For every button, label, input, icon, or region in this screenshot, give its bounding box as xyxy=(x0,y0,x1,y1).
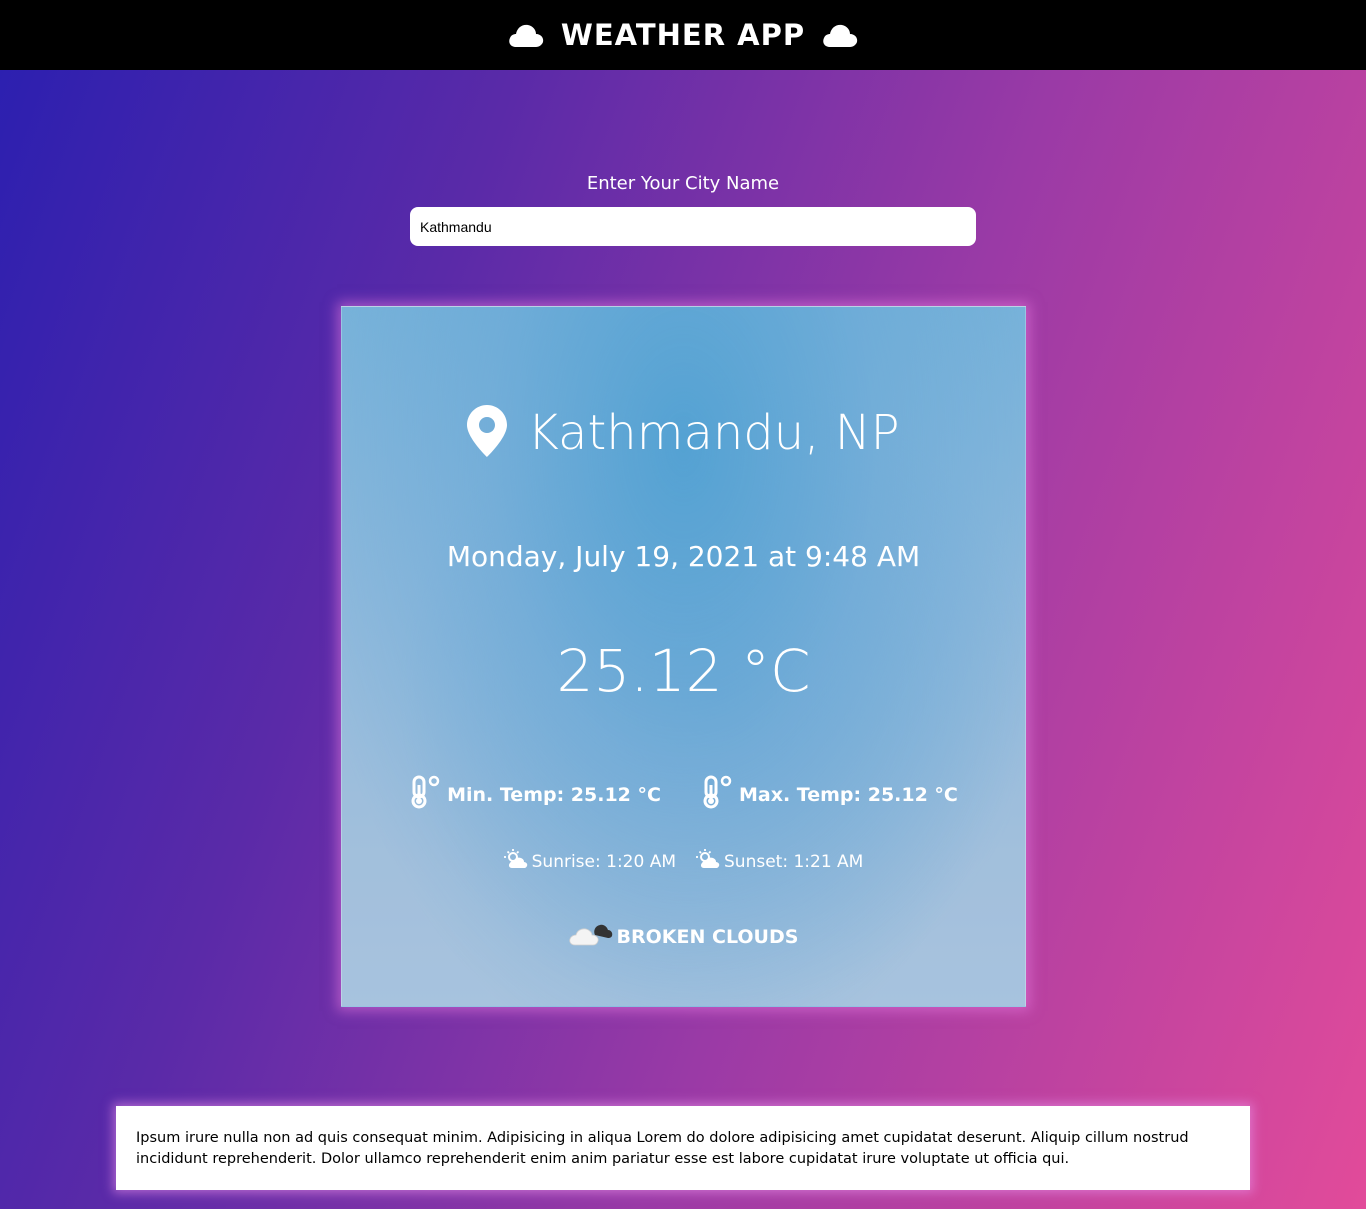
sunset-text: Sunset: 1:21 AM xyxy=(724,851,864,872)
max-temp: Max. Temp: 25.12 °C xyxy=(701,775,958,814)
sun-times-row: Sunrise: 1:20 AM Sunset: 1:21 AM xyxy=(342,849,1025,874)
weather-condition: BROKEN CLOUDS xyxy=(616,925,799,948)
cloud-icon xyxy=(821,21,859,49)
sunrise: Sunrise: 1:20 AM xyxy=(503,849,677,874)
weather-card: Kathmandu, NP Monday, July 19, 2021 at 9… xyxy=(341,306,1026,1007)
location-name: Kathmandu, NP xyxy=(527,405,900,461)
max-temp-text: Max. Temp: 25.12 °C xyxy=(738,783,958,806)
min-temp: Min. Temp: 25.12 °C xyxy=(409,775,661,814)
broken-clouds-icon xyxy=(568,921,613,952)
sun-cloud-icon xyxy=(503,849,528,874)
sunrise-text: Sunrise: 1:20 AM xyxy=(531,851,677,872)
sunset: Sunset: 1:21 AM xyxy=(696,849,863,874)
location-row: Kathmandu, NP xyxy=(342,405,1025,461)
footer-text: Ipsum irure nulla non ad quis consequat … xyxy=(136,1130,1189,1167)
thermometer-icon xyxy=(701,775,733,814)
current-temperature: 25.12 °C xyxy=(556,637,811,705)
sun-cloud-icon xyxy=(696,849,720,874)
map-pin-icon xyxy=(467,405,508,461)
app-title: WEATHER APP xyxy=(560,18,806,52)
top-bar: WEATHER APP xyxy=(0,0,1366,70)
min-temp-text: Min. Temp: 25.12 °C xyxy=(447,783,661,806)
cloud-icon xyxy=(507,21,545,49)
city-input-label: Enter Your City Name xyxy=(586,173,780,194)
condition-row: BROKEN CLOUDS xyxy=(342,921,1025,952)
min-max-row: Min. Temp: 25.12 °C Max. Temp: 25.12 °C xyxy=(342,775,1025,814)
thermometer-icon xyxy=(409,775,441,814)
footer-text-box: Ipsum irure nulla non ad quis consequat … xyxy=(116,1106,1250,1190)
date-time: Monday, July 19, 2021 at 9:48 AM xyxy=(446,540,921,573)
city-search-input[interactable] xyxy=(410,207,976,246)
